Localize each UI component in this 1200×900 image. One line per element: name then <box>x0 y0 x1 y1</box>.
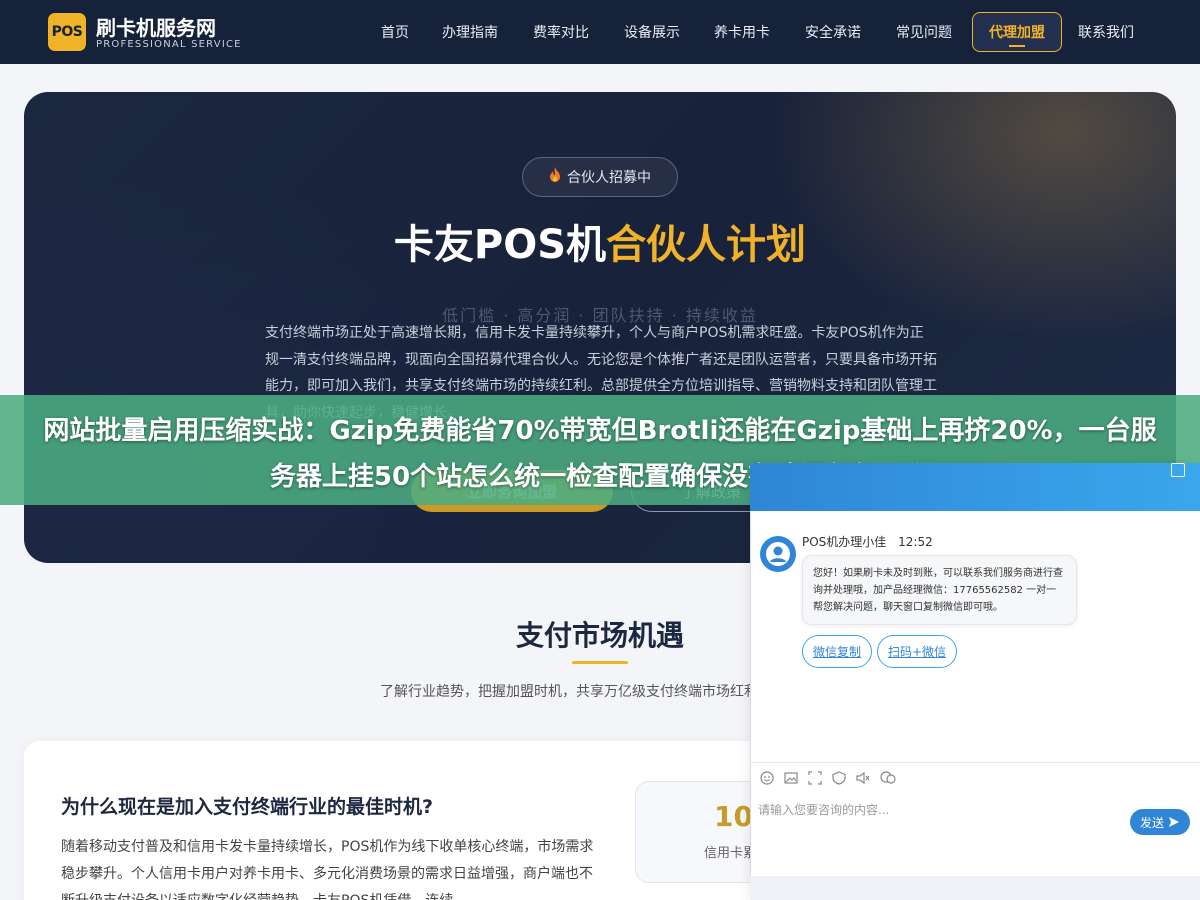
nav-item-faq[interactable]: 常见问题 <box>896 22 952 42</box>
send-icon <box>1169 817 1179 827</box>
active-indicator <box>1009 45 1025 47</box>
chat-header <box>750 463 1200 511</box>
logo-icon[interactable]: POS <box>48 13 86 51</box>
chat-agent-meta: POS机办理小佳 12:52 <box>802 533 933 550</box>
chat-message-time: 12:52 <box>898 535 933 549</box>
top-navbar: POS 刷卡机服务网 PROFESSIONAL SERVICE 首页 办理指南 … <box>0 0 1200 64</box>
card-title: 为什么现在是加入支付终端行业的最佳时机? <box>61 796 434 818</box>
nav-item-rates[interactable]: 费率对比 <box>533 22 589 42</box>
send-button[interactable]: 发送 <box>1130 809 1190 835</box>
fire-icon <box>549 167 561 187</box>
rating-icon[interactable] <box>832 771 846 785</box>
section-subtitle: 了解行业趋势，把握加盟时机，共享万亿级支付终端市场红利 <box>380 684 758 700</box>
card-text: 随着移动支付普及和信用卡发卡量持续增长，POS机作为线下收单核心终端，市场需求稳… <box>61 839 594 900</box>
copy-wechat-button[interactable]: 微信复制 <box>802 635 872 668</box>
chat-widget <box>750 463 1200 900</box>
nav-item-contact[interactable]: 联系我们 <box>1078 22 1134 42</box>
logo-title[interactable]: 刷卡机服务网 <box>96 12 216 41</box>
nav-item-guide[interactable]: 办理指南 <box>442 22 498 42</box>
minimize-icon[interactable] <box>1171 463 1185 477</box>
chat-message-bubble: 您好！如果刷卡未及时到账，可以联系我们服务商进行查询并处理哦，加产品经理微信：1… <box>802 555 1077 625</box>
scan-wechat-button[interactable]: 扫码+微信 <box>877 635 957 668</box>
stat-value: 10 <box>714 800 753 833</box>
hero-title-accent: 合伙人计划 <box>606 222 807 268</box>
user-icon <box>766 542 790 566</box>
logo-subtitle: PROFESSIONAL SERVICE <box>96 39 242 50</box>
agent-avatar <box>760 536 796 572</box>
chat-message-input[interactable] <box>758 798 1118 822</box>
screenshot-icon[interactable] <box>808 771 822 785</box>
chat-agent-name: POS机办理小佳 <box>802 535 887 549</box>
nav-item-home[interactable]: 首页 <box>381 22 409 42</box>
image-icon[interactable] <box>784 771 798 785</box>
chat-bubbles-icon[interactable] <box>880 771 896 785</box>
voice-icon[interactable] <box>856 771 870 785</box>
nav-item-security[interactable]: 安全承诺 <box>805 22 861 42</box>
hero-badge: 合伙人招募中 <box>522 157 678 197</box>
section-title-underline <box>572 661 628 664</box>
send-label: 发送 <box>1139 815 1164 830</box>
chat-footer <box>750 876 1200 900</box>
hero-title: 卡友POS机合伙人计划 <box>0 212 1200 270</box>
emoji-icon[interactable] <box>760 771 774 785</box>
hero-badge-label: 合伙人招募中 <box>567 170 651 186</box>
nav-item-devices[interactable]: 设备展示 <box>624 22 680 42</box>
hero-title-main: 卡友POS机 <box>393 222 607 268</box>
chat-divider <box>750 762 1200 763</box>
nav-item-card-care[interactable]: 养卡用卡 <box>714 22 770 42</box>
